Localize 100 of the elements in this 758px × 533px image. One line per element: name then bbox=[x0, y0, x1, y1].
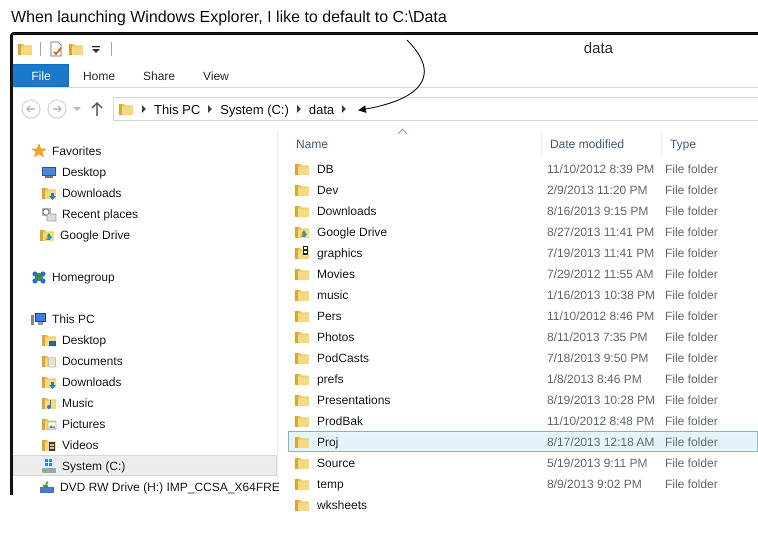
file-name: Downloads bbox=[317, 204, 376, 218]
nav-item-label: Downloads bbox=[62, 186, 122, 200]
date-modified: 11/10/2012 8:48 PM bbox=[546, 414, 656, 428]
file-name: Presentations bbox=[317, 392, 390, 406]
nav-item[interactable]: Music bbox=[13, 392, 277, 413]
date-modified: 8/19/2013 10:28 PM bbox=[546, 392, 656, 406]
file-type: File folder bbox=[664, 476, 718, 490]
date-modified: 8/11/2013 7:35 PM bbox=[546, 330, 649, 344]
document-check-icon bbox=[48, 40, 64, 56]
nav-item-label: Desktop bbox=[62, 332, 106, 346]
file-type: File folder bbox=[664, 414, 718, 428]
file-type: File folder bbox=[664, 330, 718, 344]
annotation-text: When launching Windows Explorer, I like to default to C:\Data bbox=[10, 8, 448, 27]
nav-item-label: Downloads bbox=[62, 374, 122, 388]
nav-item-label: DVD RW Drive (H:) IMP_CCSA_X64FRE bbox=[60, 480, 280, 494]
nav-item[interactable]: Recent places bbox=[13, 203, 277, 224]
file-row[interactable]: Pers 11/10/2012 8:46 PM File folder bbox=[288, 305, 758, 326]
address-bar[interactable]: This PC System (C:) data bbox=[113, 97, 758, 121]
file-name: Source bbox=[317, 456, 356, 470]
folder-icon bbox=[118, 101, 134, 117]
ribbon-tab[interactable]: Share bbox=[129, 64, 190, 87]
nav-group[interactable]: Homegroup bbox=[13, 266, 277, 287]
ribbon-tab[interactable]: View bbox=[189, 64, 243, 87]
nav-group-label: Homegroup bbox=[52, 270, 115, 284]
file-name: music bbox=[317, 288, 348, 302]
file-type: File folder bbox=[664, 456, 718, 470]
file-type: File folder bbox=[664, 308, 718, 322]
disc-drive-icon bbox=[39, 478, 55, 494]
date-modified: 8/27/2013 11:41 PM bbox=[546, 224, 656, 238]
breadcrumb[interactable]: This PC bbox=[154, 102, 200, 116]
date-modified: 7/29/2012 11:55 AM bbox=[546, 266, 655, 280]
file-name: Dev bbox=[317, 182, 338, 196]
forward-button[interactable] bbox=[47, 99, 67, 119]
file-row[interactable]: Dev 2/9/2013 11:20 PM File folder bbox=[288, 179, 758, 200]
date-modified: 8/9/2013 9:02 PM bbox=[546, 476, 643, 490]
file-row[interactable]: Source 5/19/2013 9:11 PM File folder bbox=[288, 452, 758, 473]
file-name: Photos bbox=[317, 330, 354, 344]
nav-group[interactable]: Favorites bbox=[13, 140, 277, 161]
file-row[interactable]: music 1/16/2013 10:38 PM File folder bbox=[288, 284, 758, 305]
file-row[interactable]: Movies 7/29/2012 11:55 AM File folder bbox=[288, 263, 758, 284]
file-name: graphics bbox=[317, 246, 362, 260]
nav-item[interactable]: Google Drive bbox=[13, 224, 277, 245]
nav-group[interactable]: This PC bbox=[13, 308, 277, 329]
star-icon bbox=[31, 142, 47, 158]
date-modified: 2/9/2013 11:20 PM bbox=[546, 182, 649, 196]
file-row[interactable]: temp 8/9/2013 9:02 PM File folder bbox=[288, 473, 758, 494]
back-button[interactable] bbox=[21, 99, 41, 119]
file-name: Google Drive bbox=[317, 224, 388, 238]
nav-item[interactable]: DVD RW Drive (H:) IMP_CCSA_X64FRE bbox=[13, 476, 277, 497]
file-row[interactable]: Downloads 8/16/2013 9:15 PM File folder bbox=[288, 200, 758, 221]
file-row[interactable]: wksheets bbox=[288, 494, 758, 515]
file-row[interactable]: graphics 7/19/2013 11:41 PM File folder bbox=[288, 242, 758, 263]
nav-item[interactable]: Documents bbox=[13, 350, 277, 371]
nav-item-label: Documents bbox=[62, 354, 123, 368]
file-type: File folder bbox=[664, 224, 718, 238]
drive-icon bbox=[41, 458, 57, 474]
column-header[interactable]: Date modified bbox=[550, 137, 624, 151]
chevron-icon bbox=[294, 105, 303, 113]
file-type: File folder bbox=[664, 266, 718, 280]
window-title: data bbox=[584, 40, 613, 57]
chevron-icon bbox=[340, 105, 348, 113]
date-modified: 5/19/2013 9:11 PM bbox=[546, 456, 649, 470]
nav-item[interactable]: Pictures bbox=[13, 413, 277, 434]
column-header[interactable]: Name bbox=[296, 137, 328, 151]
chevron-icon bbox=[140, 105, 148, 113]
file-row[interactable]: prefs 1/8/2013 8:46 PM File folder bbox=[288, 368, 758, 389]
breadcrumb[interactable]: data bbox=[308, 102, 334, 116]
file-name: Movies bbox=[317, 266, 356, 280]
file-type: File folder bbox=[664, 162, 718, 176]
computer-icon bbox=[31, 310, 47, 326]
breadcrumb[interactable]: System (C:) bbox=[220, 102, 289, 116]
file-type: File folder bbox=[664, 350, 718, 364]
nav-item[interactable]: Desktop bbox=[13, 329, 277, 350]
file-row[interactable]: Proj 8/17/2013 12:18 AM File folder bbox=[288, 431, 758, 452]
nav-item-label: Videos bbox=[62, 438, 98, 452]
file-row[interactable]: PodCasts 7/18/2013 9:50 PM File folder bbox=[288, 347, 758, 368]
file-row[interactable]: Presentations 8/19/2013 10:28 PM File folder bbox=[288, 389, 758, 410]
file-row[interactable]: Google Drive 8/27/2013 11:41 PM File folder bbox=[288, 221, 758, 242]
file-name: wksheets bbox=[317, 498, 368, 512]
file-name: DB bbox=[317, 162, 334, 176]
column-header[interactable]: Type bbox=[670, 137, 696, 151]
nav-item[interactable]: System (C:) bbox=[13, 455, 277, 476]
ribbon-tab[interactable]: Home bbox=[69, 64, 130, 87]
date-modified: 11/10/2012 8:46 PM bbox=[546, 308, 656, 322]
file-name: Pers bbox=[317, 308, 342, 322]
file-name: temp bbox=[317, 476, 344, 490]
file-name: PodCasts bbox=[317, 350, 370, 364]
file-row[interactable]: DB 11/10/2012 8:39 PM File folder bbox=[288, 158, 758, 179]
file-type: File folder bbox=[664, 288, 718, 302]
file-type: File folder bbox=[664, 372, 718, 386]
file-row[interactable]: ProdBak 11/10/2012 8:48 PM File folder bbox=[288, 410, 758, 431]
file-row[interactable]: Photos 8/11/2013 7:35 PM File folder bbox=[288, 326, 758, 347]
recent-locations-button[interactable] bbox=[73, 105, 81, 113]
nav-item[interactable]: Desktop bbox=[13, 161, 277, 182]
nav-group-label: This PC bbox=[52, 312, 95, 326]
nav-item[interactable]: Videos bbox=[13, 434, 277, 455]
nav-item[interactable]: Downloads bbox=[13, 371, 277, 392]
file-type: File folder bbox=[664, 204, 718, 218]
nav-item[interactable]: Downloads bbox=[13, 182, 277, 203]
file-menu-button[interactable]: File bbox=[13, 64, 69, 87]
